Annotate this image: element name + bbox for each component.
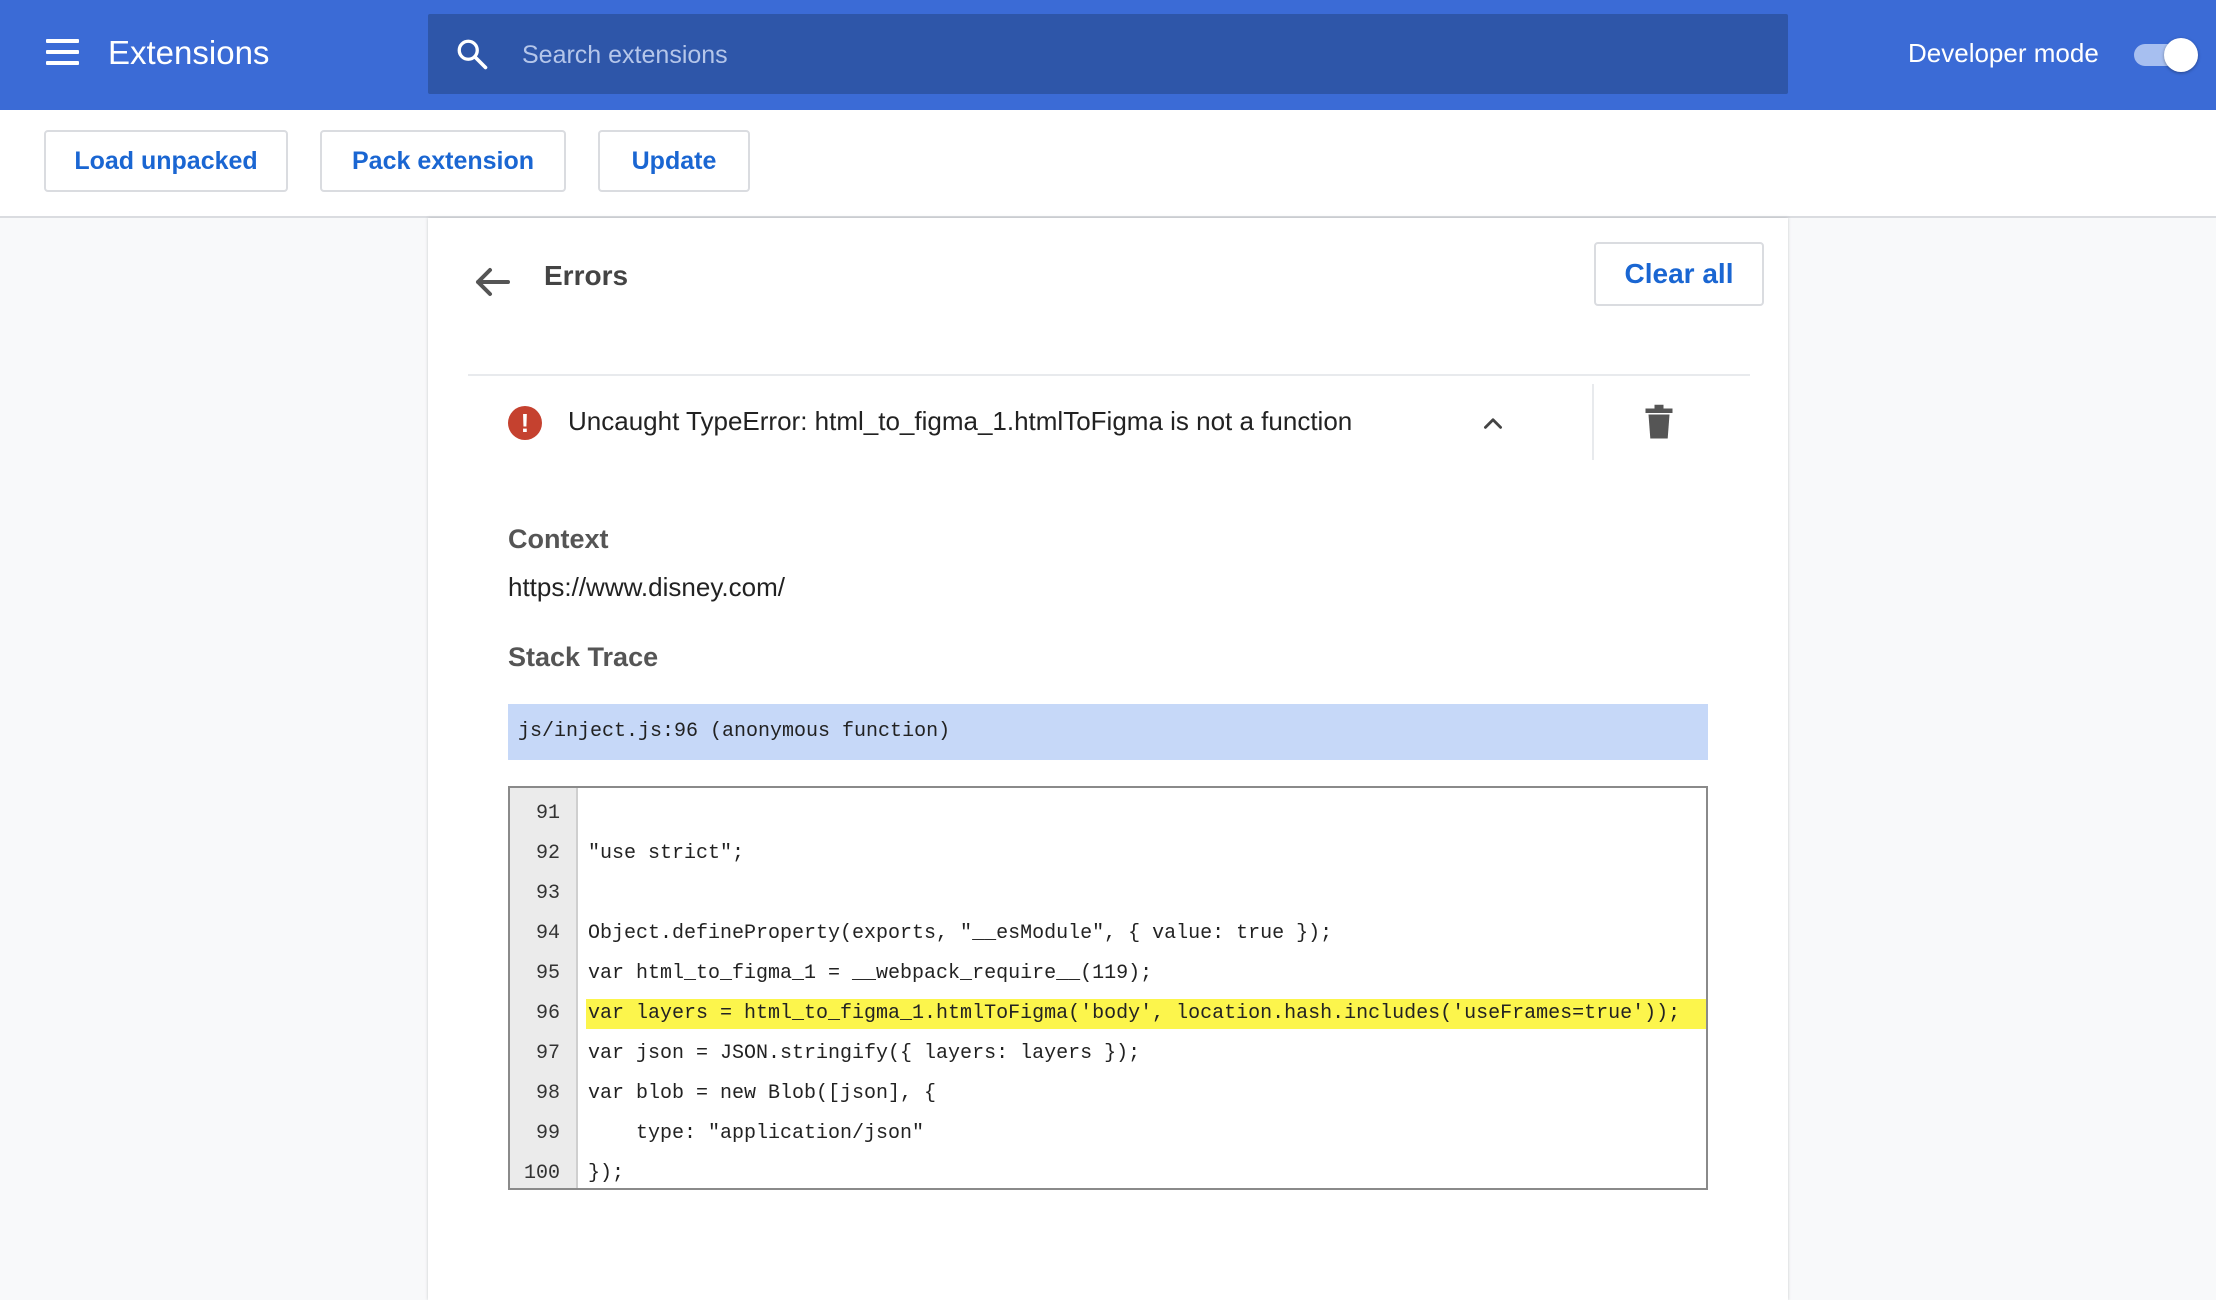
code-text: Object.defineProperty(exports, "__esModu… [588, 922, 1333, 945]
line-number: 98 [535, 1082, 560, 1105]
hamburger-menu-icon[interactable] [46, 39, 82, 67]
code-line: 91 [510, 794, 1706, 834]
error-entry[interactable]: ! Uncaught TypeError: html_to_figma_1.ht… [468, 376, 1750, 460]
line-number: 96 [535, 1002, 560, 1025]
stack-trace-heading: Stack Trace [508, 642, 659, 672]
errors-card: Errors Clear all ! Uncaught TypeError: h… [428, 218, 1788, 1300]
search-icon [457, 39, 488, 70]
trash-icon[interactable] [1644, 404, 1674, 440]
divider [1592, 384, 1594, 460]
search-box[interactable] [428, 14, 1788, 96]
line-number: 93 [535, 882, 560, 905]
code-lines: 91 92 "use strict"; 93 94 Object.defineP… [510, 794, 1706, 1188]
errors-title: Errors [544, 260, 629, 291]
update-button[interactable]: Update [598, 130, 750, 192]
code-text: type: "application/json" [588, 1122, 925, 1145]
line-number: 91 [535, 802, 560, 825]
back-arrow-icon[interactable] [468, 258, 516, 306]
code-text: "use strict"; [588, 842, 745, 865]
code-line: 98 var blob = new Blob([json], { [510, 1074, 1706, 1114]
code-line: 95 var html_to_figma_1 = __webpack_requi… [510, 954, 1706, 994]
code-text: var html_to_figma_1 = __webpack_require_… [588, 962, 1153, 985]
code-text: var json = JSON.stringify({ layers: laye… [588, 1042, 1141, 1065]
line-number: 100 [523, 1162, 560, 1185]
developer-toolbar: Load unpacked Pack extension Update [0, 110, 2216, 218]
code-viewer: 91 92 "use strict"; 93 94 Object.defineP… [508, 786, 1708, 1190]
code-line: 93 [510, 874, 1706, 914]
chevron-up-icon[interactable] [1478, 410, 1508, 436]
code-text-error-line: var layers = html_to_figma_1.htmlToFigma… [586, 999, 1706, 1029]
developer-mode-label: Developer mode [1908, 38, 2099, 68]
code-line: 99 type: "application/json" [510, 1114, 1706, 1154]
code-line-highlighted: 96 var layers = html_to_figma_1.htmlToFi… [510, 994, 1706, 1034]
line-number: 97 [535, 1042, 560, 1065]
code-line: 94 Object.defineProperty(exports, "__esM… [510, 914, 1706, 954]
pack-extension-button[interactable]: Pack extension [320, 130, 566, 192]
code-text: var blob = new Blob([json], { [588, 1082, 937, 1105]
load-unpacked-button[interactable]: Load unpacked [44, 130, 288, 192]
top-bar: Extensions Developer mode [0, 0, 2216, 110]
error-icon: ! [508, 406, 542, 440]
line-number: 94 [535, 922, 560, 945]
toggle-knob [2164, 38, 2198, 72]
line-number: 95 [535, 962, 560, 985]
code-line: 100 }); [510, 1154, 1706, 1188]
stack-frame[interactable]: js/inject.js:96 (anonymous function) [508, 704, 1708, 760]
line-number: 99 [535, 1122, 560, 1145]
error-message: Uncaught TypeError: html_to_figma_1.html… [568, 406, 1353, 436]
clear-all-button[interactable]: Clear all [1594, 242, 1764, 306]
page-title: Extensions [108, 34, 270, 71]
code-line: 92 "use strict"; [510, 834, 1706, 874]
context-url: https://www.disney.com/ [508, 572, 785, 602]
code-text: }); [588, 1162, 625, 1185]
developer-mode-toggle[interactable] [2134, 38, 2198, 72]
code-line: 97 var json = JSON.stringify({ layers: l… [510, 1034, 1706, 1074]
search-input[interactable] [520, 14, 1764, 96]
context-heading: Context [508, 524, 609, 554]
line-number: 92 [535, 842, 560, 865]
